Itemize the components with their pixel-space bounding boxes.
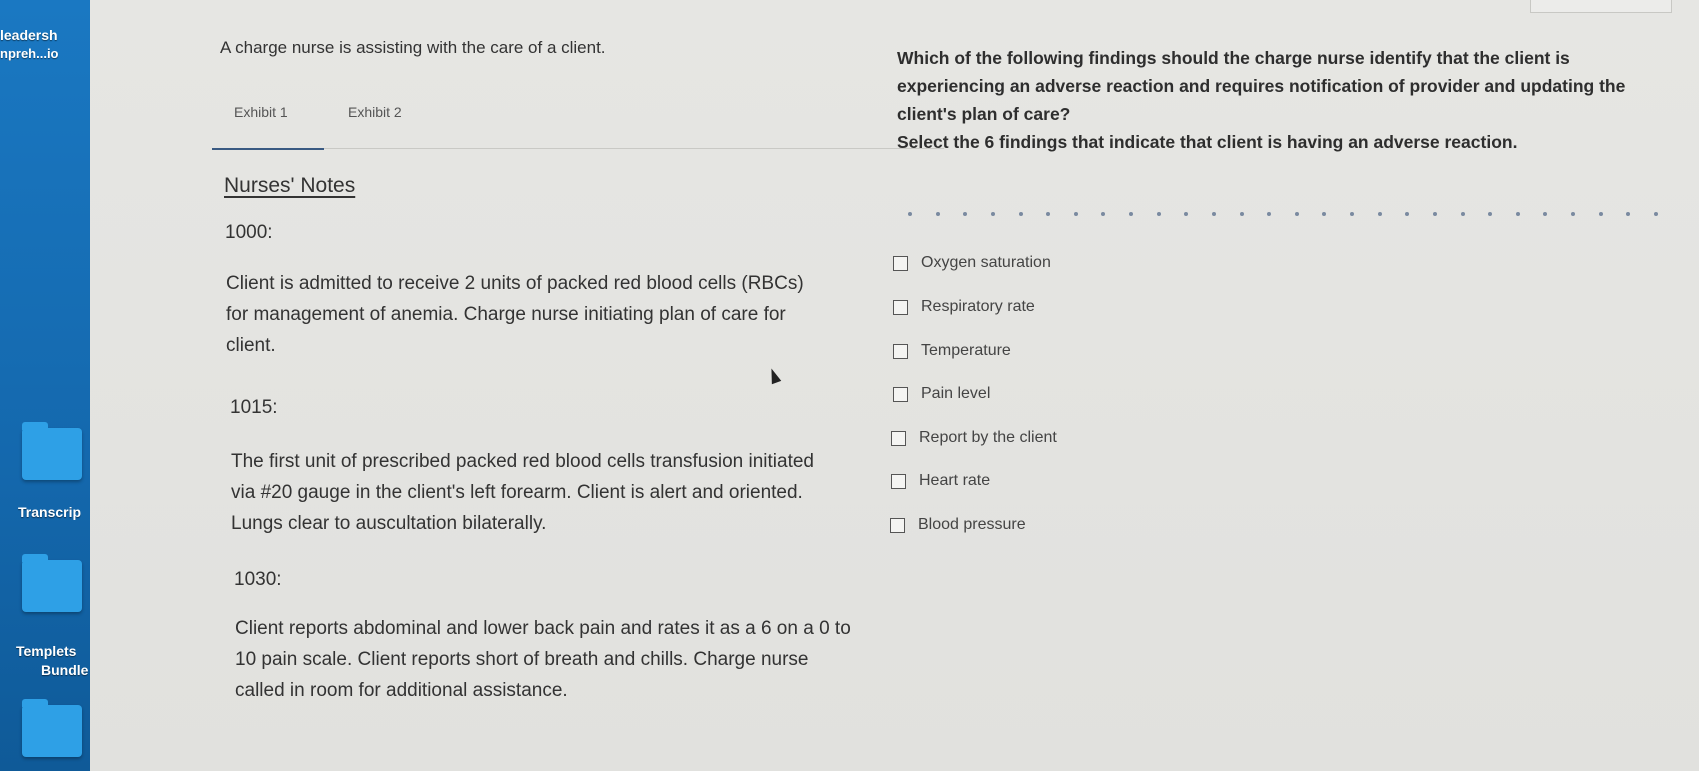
- divider-dot: [1211, 212, 1216, 216]
- mouse-cursor-icon: [766, 366, 782, 385]
- divider-dot: [1460, 212, 1465, 216]
- option-label: Temperature: [921, 342, 1011, 359]
- window-top-tab[interactable]: [1530, 0, 1672, 13]
- divider-dot: [1653, 212, 1658, 216]
- note-text-1000: Client is admitted to receive 2 units of…: [226, 273, 804, 356]
- divider-dot: [935, 212, 940, 216]
- checkbox[interactable]: [893, 299, 908, 315]
- divider-dot: [1073, 212, 1078, 216]
- divider-dot: [1294, 212, 1299, 216]
- divider-dot: [1267, 212, 1272, 216]
- note-time-1000: 1000:: [225, 222, 273, 243]
- question-stem: Which of the following findings should t…: [897, 44, 1667, 156]
- divider-dot: [1156, 212, 1161, 216]
- desktop-shortcut-label-2[interactable]: npreh...io: [0, 46, 59, 61]
- desktop-folder-label-transcripts[interactable]: Transcrip: [18, 504, 81, 520]
- divider-dot: [1432, 212, 1437, 216]
- divider-dot: [1377, 212, 1382, 216]
- divider-dot: [1101, 212, 1106, 216]
- checkbox[interactable]: [891, 473, 906, 489]
- option-label: Heart rate: [919, 472, 991, 489]
- divider-dot: [1598, 212, 1603, 216]
- option-pain-level[interactable]: Pain level: [893, 385, 990, 403]
- checkbox[interactable]: [890, 517, 905, 533]
- option-blood-pressure[interactable]: Blood pressure: [890, 516, 1026, 534]
- tab-exhibit-2[interactable]: Exhibit 2: [348, 104, 402, 120]
- option-label: Pain level: [921, 385, 991, 402]
- case-intro: A charge nurse is assisting with the car…: [220, 38, 606, 57]
- desktop-shortcut-label-1[interactable]: leadersh: [0, 27, 58, 43]
- divider-dot: [990, 212, 995, 216]
- note-text-1015: The first unit of prescribed packed red …: [231, 451, 814, 534]
- checkbox[interactable]: [893, 386, 908, 402]
- tab-exhibit-1[interactable]: Exhibit 1: [234, 104, 288, 120]
- divider-dot: [1405, 212, 1410, 216]
- folder-icon[interactable]: [22, 422, 82, 480]
- question-prompt: Which of the following findings should t…: [897, 48, 1626, 124]
- desktop-folder-label-templates[interactable]: Templets: [16, 643, 76, 659]
- divider-dot: [1515, 212, 1520, 216]
- checkbox[interactable]: [893, 255, 908, 271]
- divider-dot: [1129, 212, 1133, 216]
- option-label: Respiratory rate: [921, 298, 1035, 315]
- question-instruction: Select the 6 findings that indicate that…: [897, 132, 1518, 152]
- divider-dot: [1350, 212, 1354, 216]
- divider-dot: [1184, 212, 1189, 216]
- active-tab-indicator: [212, 148, 324, 150]
- divider-dot: [1239, 212, 1244, 216]
- divider-dot: [1018, 212, 1023, 216]
- option-report-by-client[interactable]: Report by the client: [891, 429, 1057, 447]
- checkbox[interactable]: [893, 343, 908, 359]
- folder-icon[interactable]: [22, 699, 82, 757]
- option-heart-rate[interactable]: Heart rate: [891, 472, 990, 490]
- divider-dot: [1626, 212, 1631, 216]
- option-respiratory-rate[interactable]: Respiratory rate: [893, 298, 1035, 316]
- divider-dot: [963, 212, 968, 216]
- note-time-1030: 1030:: [234, 569, 282, 590]
- dotted-divider: [908, 210, 1658, 218]
- divider-dot: [1322, 212, 1327, 216]
- option-label: Blood pressure: [918, 516, 1026, 533]
- exhibit-tabs: Exhibit 1 Exhibit 2: [212, 100, 944, 150]
- desktop-folder-label-bundle[interactable]: Bundle: [41, 662, 88, 678]
- divider-dot: [1488, 212, 1493, 216]
- folder-icon[interactable]: [22, 554, 82, 612]
- desktop-sidebar: leadersh npreh...io Transcrip Templets B…: [0, 0, 90, 771]
- note-time-1015: 1015:: [230, 397, 278, 418]
- divider-dot: [1571, 212, 1575, 216]
- exam-window: A charge nurse is assisting with the car…: [90, 0, 1699, 771]
- checkbox[interactable]: [891, 430, 906, 446]
- option-label: Oxygen saturation: [921, 254, 1051, 271]
- option-oxygen-saturation[interactable]: Oxygen saturation: [893, 254, 1051, 272]
- option-label: Report by the client: [919, 429, 1057, 446]
- divider-dot: [908, 212, 912, 216]
- option-temperature[interactable]: Temperature: [893, 342, 1011, 360]
- divider-dot: [1543, 212, 1548, 216]
- divider-dot: [1046, 212, 1051, 216]
- note-text-1030: Client reports abdominal and lower back …: [235, 618, 851, 701]
- nurses-notes-heading: Nurses' Notes: [224, 174, 356, 197]
